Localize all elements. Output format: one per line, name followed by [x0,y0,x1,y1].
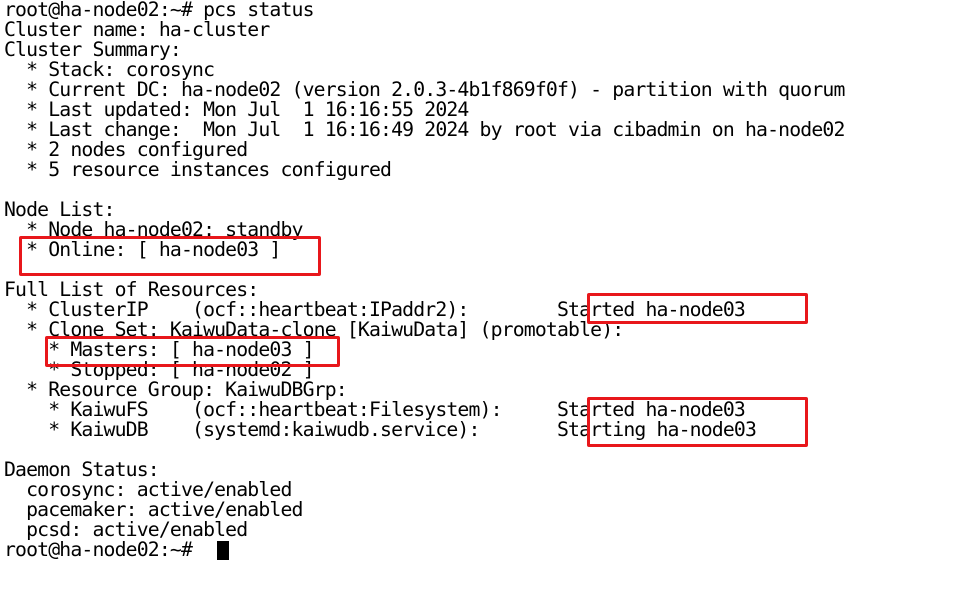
terminal-line-node-list: Node List: [4,198,115,221]
terminal-line-stopped: * Stopped: [ ha-node02 ] [4,358,314,381]
terminal-line-corosync: corosync: active/enabled [4,478,292,501]
terminal-line-clone-set: * Clone Set: KaiwuData-clone [KaiwuData]… [4,318,624,341]
terminal-line-command: root@ha-node02:~# pcs status [4,0,315,21]
terminal-line-current-dc: * Current DC: ha-node02 (version 2.0.3-4… [4,78,845,101]
terminal-line-prompt: root@ha-node02:~# [4,538,204,561]
terminal-line-kaiwufs: * KaiwuFS (ocf::heartbeat:Filesystem): S… [4,398,746,421]
terminal-line-nodes-configured: * 2 nodes configured [4,138,248,161]
terminal-line-resource-group: * Resource Group: KaiwuDBGrp: [4,378,348,401]
terminal-window[interactable]: root@ha-node02:~# pcs status Cluster nam… [0,0,955,594]
terminal-line-cluster-summary: Cluster Summary: [4,38,182,61]
terminal-line-clusterip: * ClusterIP (ocf::heartbeat:IPaddr2): St… [4,298,746,321]
terminal-line-masters: * Masters: [ ha-node03 ] [4,338,314,361]
terminal-cursor [217,541,229,560]
terminal-line-pacemaker: pacemaker: active/enabled [4,498,303,521]
terminal-line-stack: * Stack: corosync [4,58,215,81]
terminal-line-cluster-name: Cluster name: ha-cluster [4,18,270,41]
terminal-line-full-list: Full List of Resources: [4,278,259,301]
terminal-line-pcsd: pcsd: active/enabled [4,518,248,541]
terminal-line-online: * Online: [ ha-node03 ] [4,238,281,261]
terminal-line-last-change: * Last change: Mon Jul 1 16:16:49 2024 b… [4,118,845,141]
terminal-line-daemon-status: Daemon Status: [4,458,160,481]
terminal-line-last-updated: * Last updated: Mon Jul 1 16:16:55 2024 [4,98,469,121]
terminal-line-kaiwudb: * KaiwuDB (systemd:kaiwudb.service): Sta… [4,418,757,441]
terminal-line-node-standby: * Node ha-node02: standby [4,218,303,241]
terminal-line-resources-configured: * 5 resource instances configured [4,158,392,181]
